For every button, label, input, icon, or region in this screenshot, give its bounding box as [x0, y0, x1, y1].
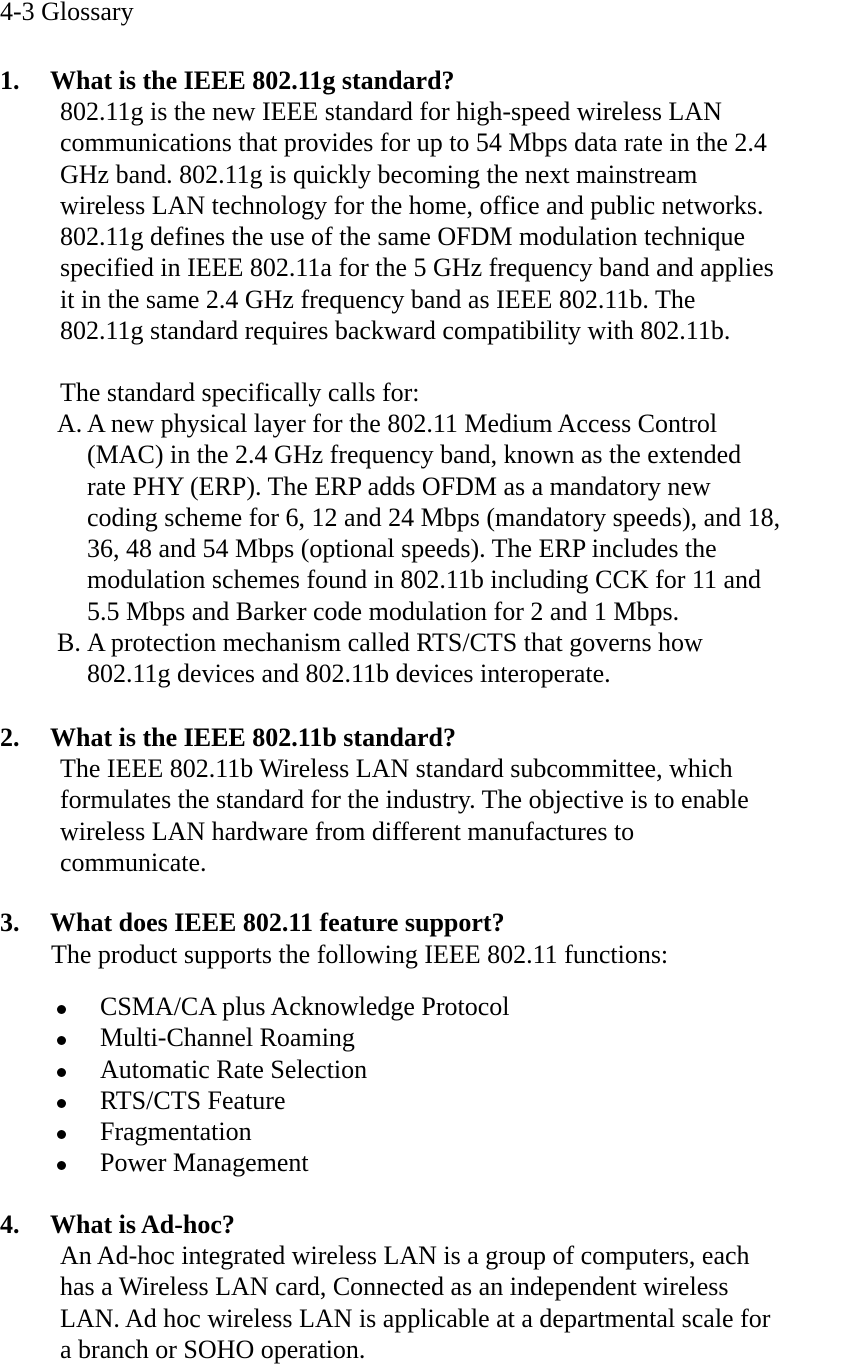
feature-bullet-list: CSMA/CA plus Acknowledge Protocol Multi-…: [0, 991, 510, 1179]
bullet-text: Multi-Channel Roaming: [100, 1023, 355, 1053]
lettered-item-a: A. A new physical layer for the 802.11 M…: [57, 408, 863, 627]
bullet-item: Fragmentation: [0, 1116, 510, 1147]
answer-2-paragraph: The IEEE 802.11b Wireless LAN standard s…: [60, 753, 860, 878]
bullet-text: CSMA/CA plus Acknowledge Protocol: [100, 992, 510, 1021]
text-line: 802.11g devices and 802.11b devices inte…: [87, 659, 611, 689]
question-text: What is the IEEE 802.11g standard?: [50, 66, 455, 95]
answer-1-lettered-list: A. A new physical layer for the 802.11 M…: [57, 408, 863, 690]
answer-3-intro: The product supports the following IEEE …: [51, 940, 669, 969]
text-line: An Ad-hoc integrated wireless LAN is a g…: [60, 1241, 750, 1270]
text-line: formulates the standard for the industry…: [60, 785, 749, 815]
question-1-heading: 1. What is the IEEE 802.11g standard?: [0, 65, 455, 96]
bullet-text: Automatic Rate Selection: [100, 1054, 368, 1084]
bullet-item: CSMA/CA plus Acknowledge Protocol: [0, 991, 510, 1022]
text-line: (MAC) in the 2.4 GHz frequency band, kno…: [87, 440, 742, 470]
text-line: has a Wireless LAN card, Connected as an…: [60, 1272, 729, 1302]
bullet-text: Power Management: [100, 1148, 309, 1178]
text-line: 5.5 Mbps and Barker code modulation for …: [87, 596, 680, 626]
text-line: specified in IEEE 802.11a for the 5 GHz …: [60, 253, 774, 283]
answer-1-intro: The standard specifically calls for:: [60, 377, 860, 408]
question-number: 4.: [0, 1210, 20, 1239]
question-text: What is the IEEE 802.11b standard?: [50, 723, 456, 752]
bullet-text: RTS/CTS Feature: [100, 1085, 286, 1115]
text-line: wireless LAN hardware from different man…: [60, 816, 635, 846]
bullet-text: Fragmentation: [100, 1117, 252, 1147]
bullet-item: Power Management: [0, 1147, 510, 1178]
text-line: A protection mechanism called RTS/CTS th…: [87, 628, 703, 658]
bullet-dot-icon: [57, 1098, 66, 1108]
question-number: 2.: [0, 723, 20, 752]
question-text: What is Ad-hoc?: [50, 1210, 235, 1239]
answer-1-paragraph: 802.11g is the new IEEE standard for hig…: [60, 96, 860, 346]
text-line: 36, 48 and 54 Mbps (optional speeds). Th…: [87, 534, 717, 564]
bullet-dot-icon: [57, 1067, 66, 1077]
text-line: coding scheme for 6, 12 and 24 Mbps (man…: [87, 502, 781, 532]
text-line: 802.11g defines the use of the same OFDM…: [60, 222, 746, 252]
text-line: rate PHY (ERP). The ERP adds OFDM as a m…: [87, 471, 711, 501]
question-text: What does IEEE 802.11 feature support?: [50, 908, 505, 937]
text-line: The standard specifically calls for:: [60, 378, 420, 407]
item-label: A.: [57, 409, 83, 438]
question-number: 3.: [0, 908, 20, 937]
text-line: communications that provides for up to 5…: [60, 128, 767, 158]
bullet-item: RTS/CTS Feature: [0, 1085, 510, 1116]
page-title: 4-3 Glossary: [0, 0, 134, 26]
bullet-dot-icon: [57, 1161, 66, 1171]
question-3-heading: 3. What does IEEE 802.11 feature support?: [0, 907, 505, 938]
text-line: a branch or SOHO operation.: [60, 1334, 366, 1364]
text-line: GHz band. 802.11g is quickly becoming th…: [60, 159, 698, 189]
text-line: A new physical layer for the 802.11 Medi…: [87, 409, 718, 438]
bullet-dot-icon: [57, 1130, 66, 1140]
text-line: LAN. Ad hoc wireless LAN is applicable a…: [60, 1303, 771, 1333]
text-line: 802.11g standard requires backward compa…: [60, 316, 731, 346]
bullet-dot-icon: [57, 1005, 66, 1014]
question-number: 1.: [0, 66, 20, 95]
text-line: The IEEE 802.11b Wireless LAN standard s…: [60, 754, 733, 783]
bullet-dot-icon: [57, 1036, 66, 1046]
question-4-heading: 4. What is Ad-hoc?: [0, 1209, 235, 1240]
text-line: communicate.: [60, 847, 207, 877]
bullet-item: Multi-Channel Roaming: [0, 1022, 510, 1053]
question-2-heading: 2. What is the IEEE 802.11b standard?: [0, 722, 456, 753]
answer-4-paragraph: An Ad-hoc integrated wireless LAN is a g…: [60, 1240, 860, 1365]
text-line: modulation schemes found in 802.11b incl…: [87, 565, 761, 595]
text-line: wireless LAN technology for the home, of…: [60, 190, 764, 220]
text-line: it in the same 2.4 GHz frequency band as…: [60, 284, 696, 314]
text-line: 802.11g is the new IEEE standard for hig…: [60, 97, 722, 126]
bullet-item: Automatic Rate Selection: [0, 1054, 510, 1085]
lettered-item-b: B. A protection mechanism called RTS/CTS…: [57, 627, 863, 690]
item-label: B.: [57, 628, 81, 658]
